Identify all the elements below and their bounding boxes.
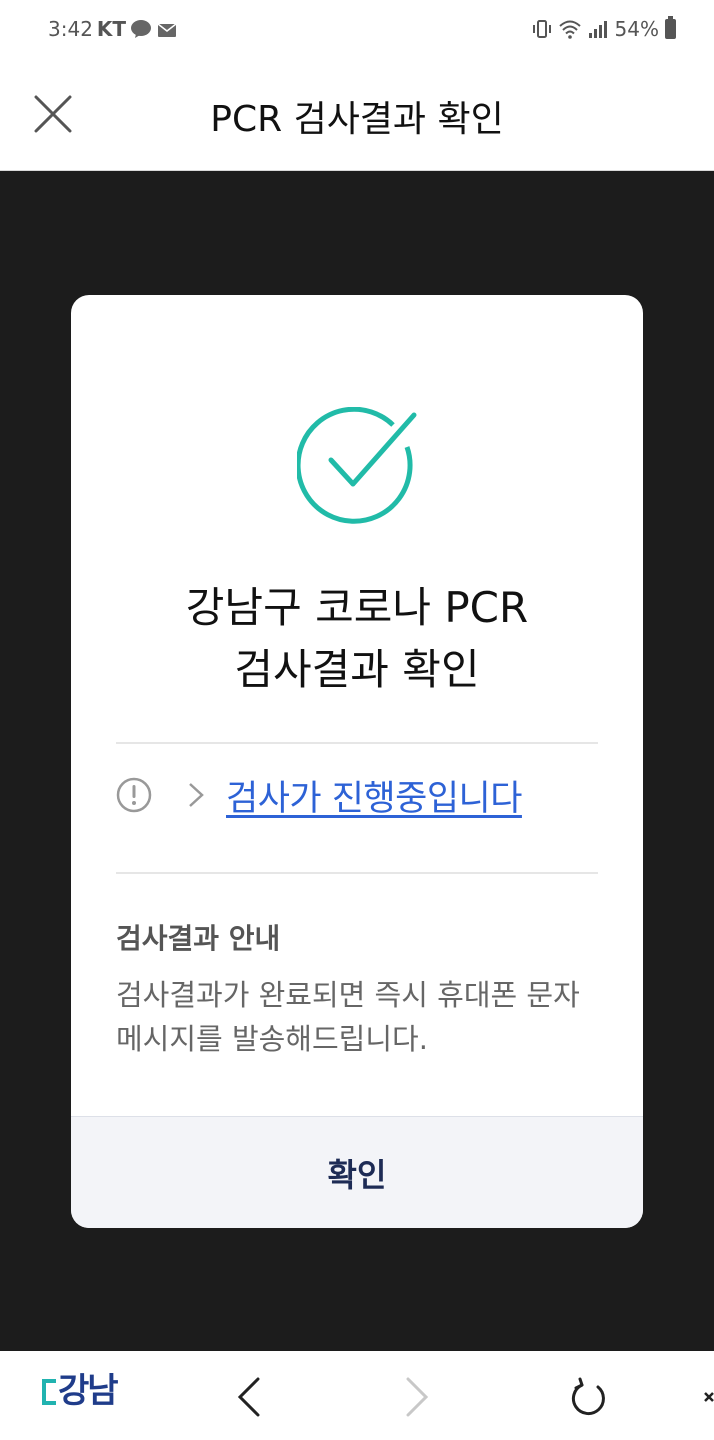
- divider-bottom: [116, 872, 598, 874]
- modal-title-line2: 검사결과 확인: [234, 645, 480, 694]
- mail-icon: [157, 23, 177, 37]
- result-modal: 강남구 코로나 PCR 검사결과 확인 검사가 진행중입니다 검사결과 안내 검…: [71, 295, 643, 1228]
- test-status-link[interactable]: 검사가 진행중입니다: [226, 770, 522, 821]
- gangnam-logo[interactable]: 강남: [42, 1371, 119, 1411]
- back-icon[interactable]: [230, 1375, 270, 1419]
- logo-mark: [42, 1379, 56, 1405]
- battery-icon: [665, 16, 676, 39]
- page-header: PCR 검사결과 확인: [0, 60, 714, 171]
- status-left: 3:42 KT: [48, 17, 178, 41]
- status-right: 54%: [531, 16, 676, 41]
- notice-body: 검사결과가 완료되면 즉시 휴대폰 문자메시지를 발송해드립니다.: [116, 978, 580, 1056]
- alert-icon: [116, 777, 152, 813]
- logo-text: 강남: [58, 1371, 119, 1411]
- reload-icon[interactable]: [568, 1375, 608, 1419]
- vibrate-icon: [532, 20, 551, 38]
- confirm-button[interactable]: 확인: [71, 1116, 643, 1228]
- wifi-icon: [558, 20, 581, 39]
- modal-title: 강남구 코로나 PCR 검사결과 확인: [71, 577, 643, 701]
- page-title: PCR 검사결과 확인: [210, 99, 504, 140]
- status-row: 검사가 진행중입니다: [116, 765, 606, 825]
- battery-percent: 54%: [614, 17, 659, 41]
- status-carrier: KT: [96, 17, 127, 41]
- check-circle-icon: [297, 407, 417, 524]
- more-icon[interactable]: [704, 1375, 714, 1419]
- bottom-toolbar: 강남: [0, 1351, 714, 1440]
- status-bar: 3:42 KT 54%: [0, 0, 714, 60]
- forward-icon[interactable]: [396, 1375, 436, 1419]
- kakaotalk-icon: [131, 20, 152, 38]
- divider-top: [116, 742, 598, 744]
- status-time: 3:42: [48, 17, 93, 41]
- modal-title-line1: 강남구 코로나 PCR: [185, 583, 529, 632]
- chevron-right-icon: [189, 783, 204, 807]
- signal-icon: [588, 21, 607, 38]
- notice-title: 검사결과 안내: [116, 922, 281, 955]
